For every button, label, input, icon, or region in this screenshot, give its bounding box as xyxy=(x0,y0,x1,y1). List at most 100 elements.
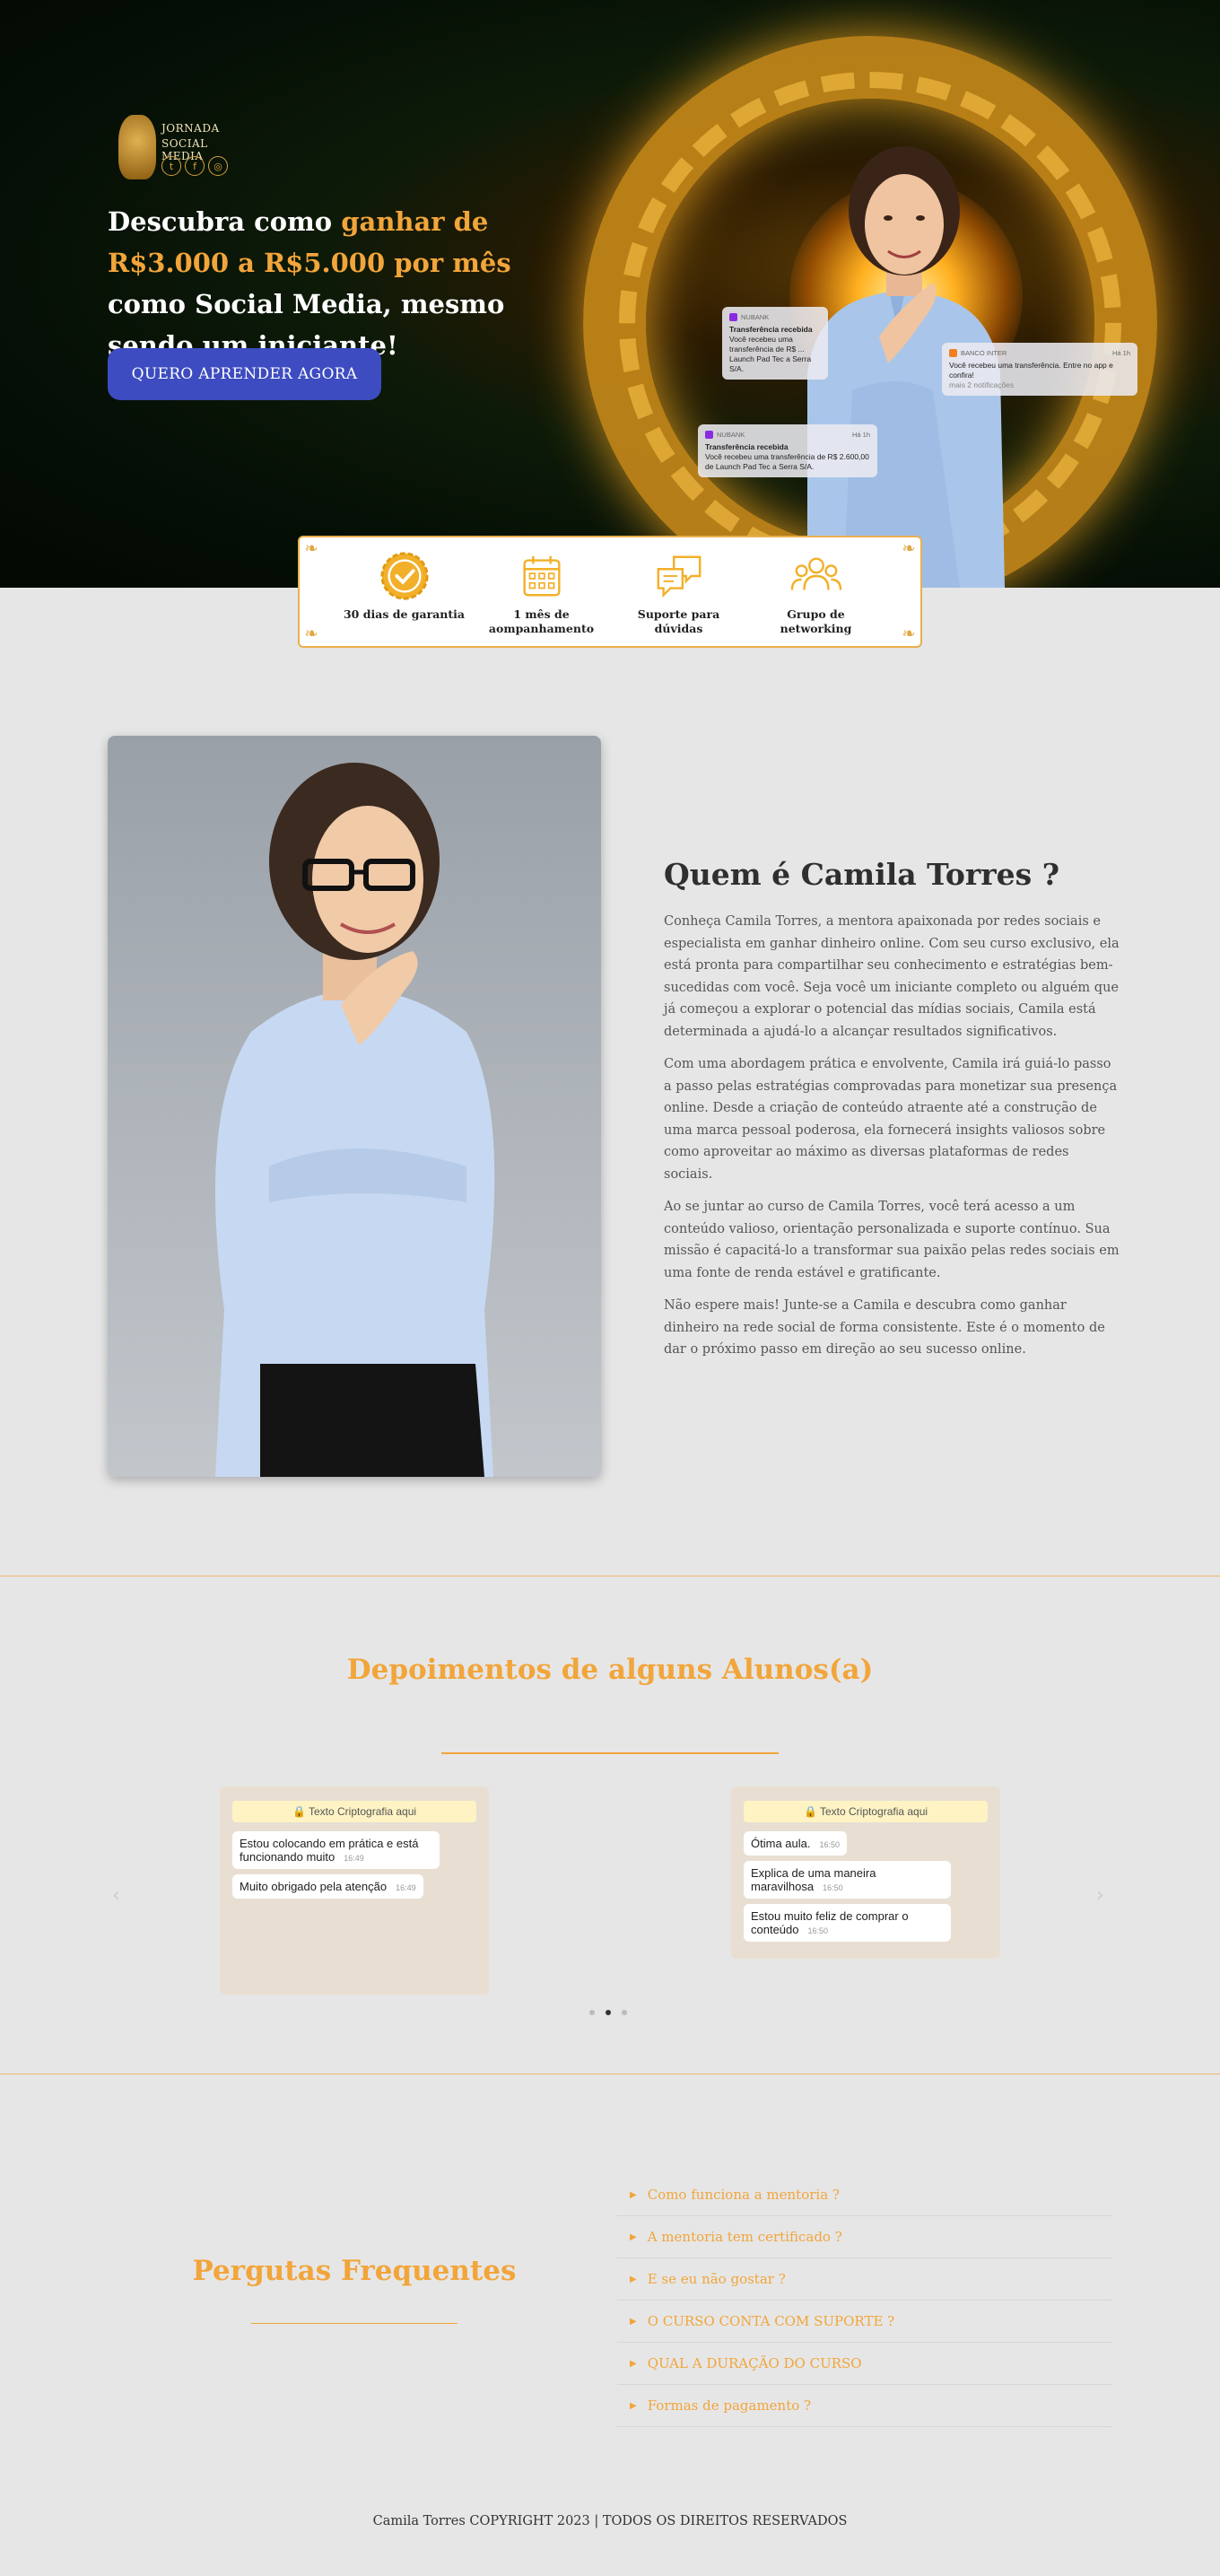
faq-question: Como funciona a mentoria ? xyxy=(647,2187,840,2203)
faq-item[interactable]: ▶ QUAL A DURAÇÃO DO CURSO xyxy=(617,2343,1112,2385)
faq-question: O CURSO CONTA COM SUPORTE ? xyxy=(647,2313,895,2329)
feature-support: Suporte para dúvidas xyxy=(616,537,742,646)
notification-app: BANCO INTER xyxy=(961,349,1007,357)
notification-body: Você recebeu uma transferência. Entre no… xyxy=(949,361,1113,380)
notification-card: NUBANK Há 1h Transferência recebida Você … xyxy=(698,424,877,477)
badge-check-icon xyxy=(379,552,429,600)
ornament-icon: ❧ xyxy=(902,624,916,643)
notification-app: NUBANK xyxy=(717,431,745,439)
features-bar: ❧ ❧ ❧ ❧ 30 dias de garantia 1 mês de aom… xyxy=(298,536,922,648)
feature-mentorship: 1 mês de aompanhamento xyxy=(479,537,605,646)
feature-networking: Grupo de networking xyxy=(754,537,879,646)
chat-message: Explica de uma maneira maravilhosa 16:50 xyxy=(744,1861,952,1899)
encryption-banner: 🔒 Texto Criptografia aqui xyxy=(232,1801,476,1822)
nubank-icon xyxy=(705,431,713,439)
inter-bank-icon xyxy=(949,349,957,357)
nubank-icon xyxy=(729,313,737,321)
hero-section: JORNADA SOCIAL MEDIA t f ◎ Descubra como… xyxy=(0,0,1220,588)
lion-logo-icon xyxy=(118,115,156,179)
testimonial-chat: 🔒 Texto Criptografia aqui Ótima aula. 16:… xyxy=(731,1786,1000,1959)
caret-right-icon: ▶ xyxy=(630,2274,637,2284)
brand-logo[interactable]: JORNADA SOCIAL MEDIA t f ◎ xyxy=(118,115,253,179)
faq-item[interactable]: ▶ A mentoria tem certificado ? xyxy=(617,2216,1112,2258)
cta-button[interactable]: QUERO APRENDER AGORA xyxy=(108,348,381,400)
twitter-icon[interactable]: t xyxy=(161,156,181,176)
notification-body: Você recebeu uma transferência de R$ 2.6… xyxy=(705,452,869,471)
about-paragraph: Ao se juntar ao curso de Camila Torres, … xyxy=(664,1200,1120,1280)
faq-item[interactable]: ▶ O CURSO CONTA COM SUPORTE ? xyxy=(617,2301,1112,2343)
caret-right-icon: ▶ xyxy=(630,2400,637,2411)
about-title: Quem é Camila Torres ? xyxy=(664,857,1060,892)
about-photo xyxy=(108,736,601,1477)
caret-right-icon: ▶ xyxy=(630,2231,637,2242)
headline-part-1: Descubra como xyxy=(108,206,342,237)
hero-headline: Descubra como ganhar de R$3.000 a R$5.00… xyxy=(108,201,574,366)
caret-right-icon: ▶ xyxy=(630,2189,637,2200)
faq-underline xyxy=(251,2323,458,2324)
ornament-icon: ❧ xyxy=(304,624,318,643)
notification-card: BANCO INTER Há 1h Você recebeu uma transf… xyxy=(942,343,1137,396)
about-paragraph: Com uma abordagem prática e envolvente, … xyxy=(664,1057,1118,1182)
logo-line-1: JORNADA xyxy=(161,122,220,135)
carousel-dots xyxy=(589,2010,627,2015)
message-time: 16:49 xyxy=(344,1854,364,1863)
notification-title: Transferência recebida xyxy=(705,442,789,451)
facebook-icon[interactable]: f xyxy=(185,156,205,176)
notification-card: NUBANK Transferência recebida Você receb… xyxy=(722,307,828,380)
faq-list: ▶ Como funciona a mentoria ? ▶ A mentoria … xyxy=(617,2174,1112,2427)
group-icon xyxy=(790,557,841,590)
ornament-icon: ❧ xyxy=(902,539,916,558)
faq-item[interactable]: ▶ E se eu não gostar ? xyxy=(617,2258,1112,2301)
caret-right-icon: ▶ xyxy=(630,2316,637,2327)
chat-message: Ótima aula. 16:50 xyxy=(744,1831,848,1856)
faq-question: QUAL A DURAÇÃO DO CURSO xyxy=(647,2355,862,2371)
caret-right-icon: ▶ xyxy=(630,2358,637,2369)
faq-item[interactable]: ▶ Formas de pagamento ? xyxy=(617,2385,1112,2427)
notification-app: NUBANK xyxy=(741,313,770,321)
carousel-dot-active[interactable] xyxy=(606,2010,611,2015)
encryption-banner: 🔒 Texto Criptografia aqui xyxy=(744,1801,988,1822)
testimonials-underline xyxy=(441,1752,779,1754)
message-time: 16:49 xyxy=(396,1883,416,1892)
carousel-dot[interactable] xyxy=(622,2010,627,2015)
chat-message: Estou muito feliz de comprar o conteúdo 1… xyxy=(744,1904,952,1942)
carousel-prev-arrow[interactable]: ‹ xyxy=(112,1884,120,1907)
message-time: 16:50 xyxy=(807,1926,829,1935)
notification-time: Há 1h xyxy=(851,431,870,439)
social-links: t f ◎ xyxy=(161,156,228,176)
feature-guarantee: 30 dias de garantia xyxy=(342,537,467,646)
testimonial-chat: 🔒 Texto Criptografia aqui Estou colocand… xyxy=(220,1786,489,1995)
about-text: Conheça Camila Torres, a mentora apaixon… xyxy=(664,911,1120,1372)
ornament-icon: ❧ xyxy=(304,539,318,558)
message-text: Explica de uma maneira maravilhosa xyxy=(751,1866,876,1893)
feature-label: 30 dias de garantia xyxy=(343,607,465,621)
feature-label: Grupo de networking xyxy=(780,607,852,635)
footer-copyright: Camila Torres COPYRIGHT 2023 | TODOS OS … xyxy=(372,2514,848,2528)
faq-title: Pergutas Frequentes xyxy=(192,2255,517,2287)
carousel-next-arrow[interactable]: › xyxy=(1096,1884,1104,1907)
faq-question: E se eu não gostar ? xyxy=(647,2271,786,2287)
chat-message: Muito obrigado pela atenção 16:49 xyxy=(232,1874,423,1899)
calendar-icon xyxy=(522,555,561,597)
message-text: Estou colocando em prática e está funcio… xyxy=(240,1837,419,1864)
message-time: 16:50 xyxy=(819,1840,841,1849)
faq-question: A mentoria tem certificado ? xyxy=(647,2229,842,2245)
chat-message: Estou colocando em prática e está funcio… xyxy=(232,1831,440,1869)
mentor-portrait-image xyxy=(215,763,495,1477)
about-paragraph: Não espere mais! Junte-se a Camila e des… xyxy=(664,1298,1105,1357)
notification-extra: mais 2 notificações xyxy=(949,380,1015,389)
carousel-dot[interactable] xyxy=(589,2010,595,2015)
message-time: 16:50 xyxy=(823,1883,843,1892)
testimonials-title: Depoimentos de alguns Alunos(a) xyxy=(346,1654,874,1686)
faq-question: Formas de pagamento ? xyxy=(647,2397,812,2414)
feature-label: Suporte para dúvidas xyxy=(637,607,720,635)
faq-item[interactable]: ▶ Como funciona a mentoria ? xyxy=(617,2174,1112,2216)
chat-bubbles-icon xyxy=(657,555,701,598)
notification-title: Transferência recebida xyxy=(729,325,813,334)
notification-body: Você recebeu uma transferência de R$ ...… xyxy=(729,335,812,373)
feature-label: 1 mês de aompanhamento xyxy=(488,607,595,635)
instagram-icon[interactable]: ◎ xyxy=(208,156,228,176)
notification-time: Há 1h xyxy=(1111,349,1130,357)
message-text: Muito obrigado pela atenção xyxy=(240,1880,388,1893)
message-text: Ótima aula. xyxy=(751,1837,811,1850)
